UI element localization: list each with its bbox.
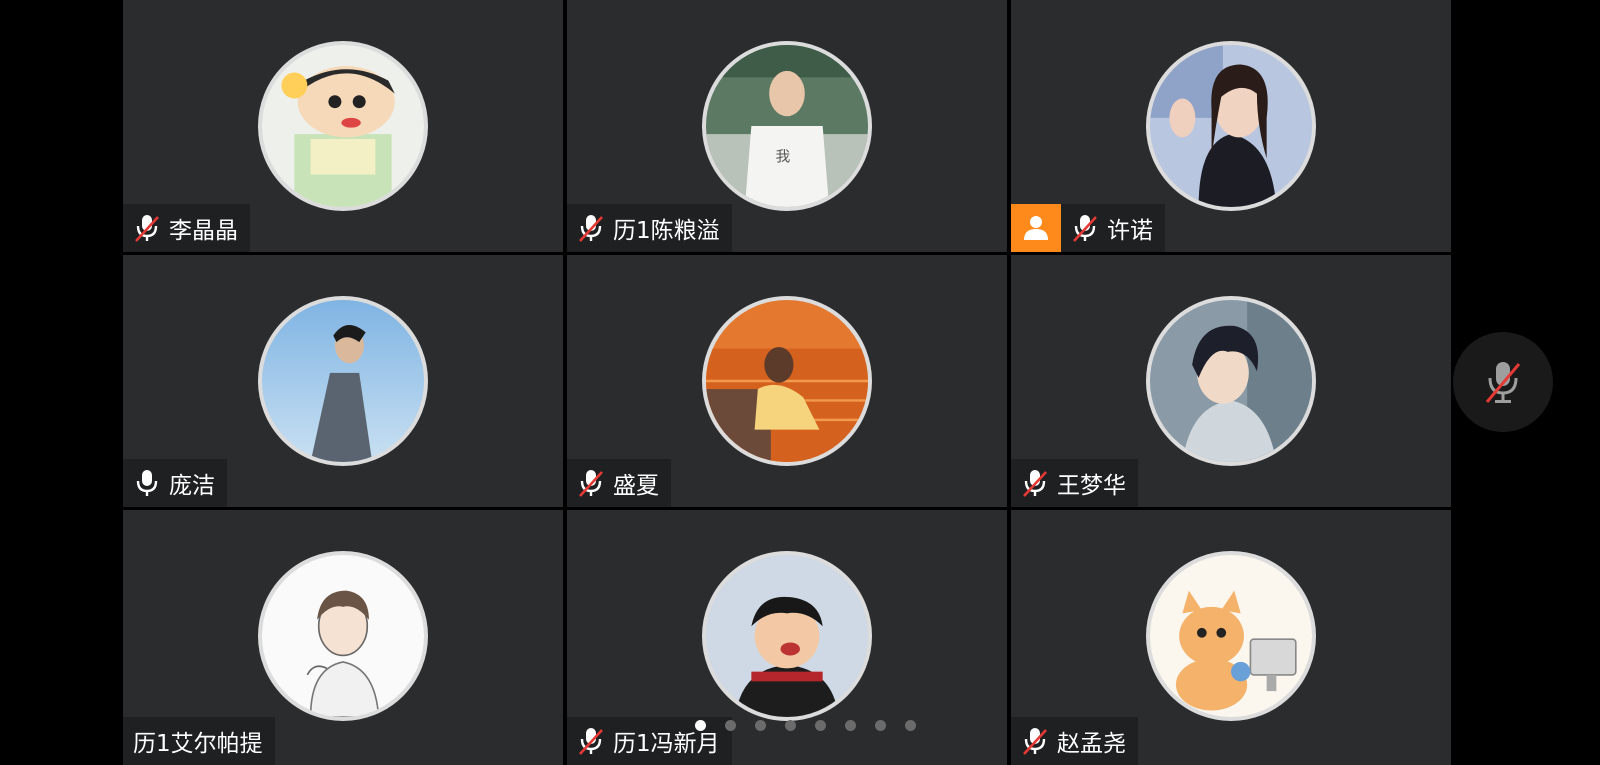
participant-tile[interactable]: 历1艾尔帕提 (123, 510, 563, 765)
meeting-stage: 李晶晶 我 历1陈粮溢 许诺 庞洁 盛夏 王梦华 历1艾尔帕提 历1冯新月 赵孟… (0, 0, 1600, 765)
participant-tile[interactable]: 赵孟尧 (1011, 510, 1451, 765)
page-dot[interactable] (725, 720, 736, 731)
person-icon (1024, 216, 1048, 240)
participant-tile[interactable]: 我 历1陈粮溢 (567, 0, 1007, 252)
woman-photo-avatar (1146, 41, 1316, 211)
avatar-image (1150, 555, 1312, 717)
mic-on-icon (133, 467, 161, 499)
participant-namebar: 李晶晶 (123, 204, 250, 252)
participant-name: 历1陈粮溢 (613, 218, 720, 244)
avatar-image: 我 (706, 45, 868, 207)
avatar-image (706, 300, 868, 462)
mic-muted-icon (1021, 467, 1049, 499)
svg-text:我: 我 (776, 149, 791, 166)
participant-name: 许诺 (1107, 218, 1153, 244)
mic-muted-icon (1071, 212, 1099, 244)
mic-muted-icon (1021, 725, 1049, 757)
participant-name: 盛夏 (613, 473, 659, 499)
page-indicator[interactable] (695, 720, 916, 731)
participant-name: 赵孟尧 (1057, 731, 1126, 757)
man-photo-avatar: 我 (702, 41, 872, 211)
mic-toggle-button[interactable] (1453, 332, 1553, 432)
participant-tile[interactable]: 盛夏 (567, 255, 1007, 507)
cat-cartoon-avatar (1146, 551, 1316, 721)
mic-muted-icon (133, 212, 161, 244)
page-dot[interactable] (815, 720, 826, 731)
page-dot[interactable] (695, 720, 706, 731)
participant-tile[interactable]: 王梦华 (1011, 255, 1451, 507)
avatar-image (1150, 45, 1312, 207)
participant-tile[interactable]: 李晶晶 (123, 0, 563, 252)
avatar-image (262, 45, 424, 207)
participant-namebar: 王梦华 (1011, 459, 1138, 507)
anime-boy-avatar (1146, 296, 1316, 466)
sunset-girl-avatar (702, 296, 872, 466)
participant-namebar: 许诺 (1061, 204, 1165, 252)
mic-muted-icon (577, 725, 605, 757)
page-dot[interactable] (755, 720, 766, 731)
participant-name: 历1艾尔帕提 (133, 731, 263, 757)
avatar-image (1150, 300, 1312, 462)
page-dot[interactable] (785, 720, 796, 731)
sky-portrait-avatar (258, 296, 428, 466)
participant-namebar: 盛夏 (567, 459, 671, 507)
sketch-boy-avatar (258, 551, 428, 721)
participant-namebar: 历1陈粮溢 (567, 204, 732, 252)
page-dot[interactable] (875, 720, 886, 731)
avatar-image (262, 555, 424, 717)
mic-muted-icon (577, 212, 605, 244)
participant-name: 庞洁 (169, 473, 215, 499)
participant-name: 王梦华 (1057, 473, 1126, 499)
child-photo-avatar (702, 551, 872, 721)
avatar-image (706, 555, 868, 717)
participant-name: 李晶晶 (169, 218, 238, 244)
host-badge (1011, 204, 1061, 252)
mic-muted-icon (577, 467, 605, 499)
participant-tile[interactable]: 庞洁 (123, 255, 563, 507)
participant-namebar: 历1艾尔帕提 (123, 717, 275, 765)
avatar-image (262, 300, 424, 462)
mic-muted-icon (1485, 362, 1521, 403)
participant-namebar: 赵孟尧 (1011, 717, 1138, 765)
participant-namebar: 庞洁 (123, 459, 227, 507)
page-dot[interactable] (905, 720, 916, 731)
page-dot[interactable] (845, 720, 856, 731)
participant-tile[interactable]: 许诺 (1011, 0, 1451, 252)
participant-grid: 李晶晶 我 历1陈粮溢 许诺 庞洁 盛夏 王梦华 历1艾尔帕提 历1冯新月 赵孟… (123, 0, 1485, 765)
cartoon-boy-avatar (258, 41, 428, 211)
